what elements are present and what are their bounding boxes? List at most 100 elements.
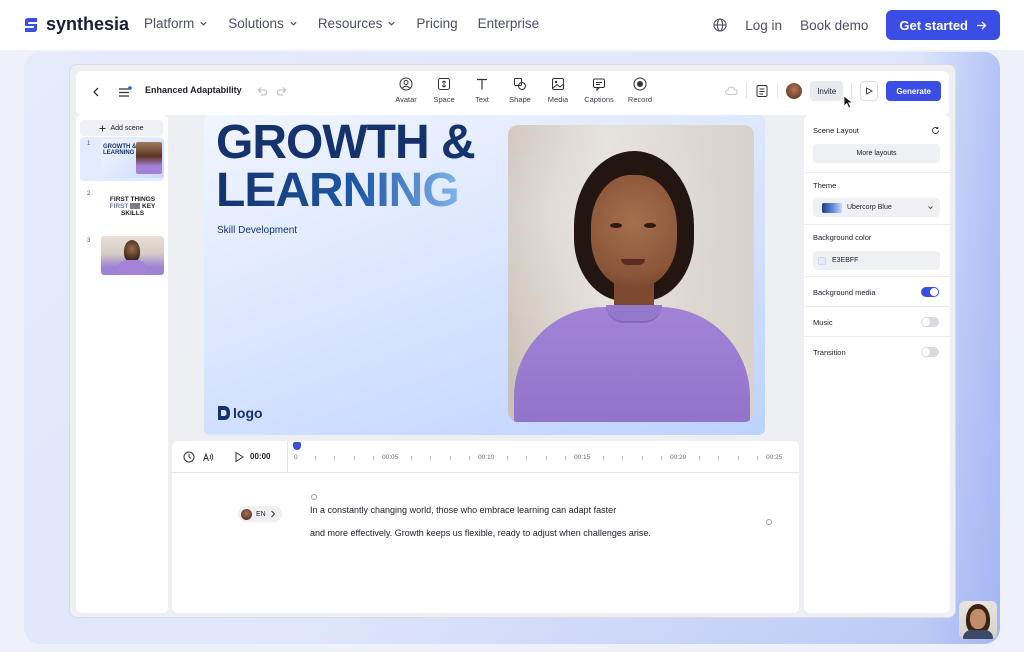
tool-avatar[interactable]: Avatar bbox=[387, 77, 425, 104]
timeline-tick bbox=[545, 456, 547, 460]
theme-label: Theme bbox=[813, 181, 837, 190]
background-media-section: Background media bbox=[804, 277, 950, 307]
invite-button[interactable]: Invite bbox=[810, 81, 844, 101]
tool-shape[interactable]: Shape bbox=[501, 77, 539, 104]
canvas-subtitle[interactable]: Skill Development bbox=[217, 225, 297, 236]
timeline-tick bbox=[430, 456, 432, 460]
nav-enterprise[interactable]: Enterprise bbox=[478, 16, 540, 31]
canvas-title-line-1: GROWTH & bbox=[216, 116, 476, 169]
canvas-logo[interactable]: logo bbox=[218, 405, 263, 421]
scene-canvas[interactable]: GROWTH & LEARNING Skill Development logo bbox=[204, 115, 765, 435]
pause-marker-icon[interactable] bbox=[766, 519, 772, 525]
background-color-input[interactable]: E3EBFF bbox=[813, 251, 940, 270]
scene-preview-title-line: FIRST THINGS bbox=[109, 196, 156, 203]
pause-marker-icon[interactable] bbox=[311, 494, 317, 500]
avatar-presenter[interactable] bbox=[508, 125, 754, 422]
timeline-tick bbox=[334, 456, 336, 460]
refresh-icon[interactable] bbox=[931, 126, 940, 135]
properties-panel: Scene Layout More layouts Theme Ubercorp… bbox=[804, 115, 950, 613]
tool-captions[interactable]: Captions bbox=[577, 77, 621, 104]
scene-thumbnail-2[interactable]: 2 FIRST THINGS FIRST KEY SKILLS bbox=[80, 187, 164, 231]
timeline-tick bbox=[641, 456, 643, 460]
timeline-tick bbox=[660, 456, 662, 460]
undo-icon[interactable] bbox=[256, 85, 268, 97]
scene-preview-title-word: FIRST bbox=[109, 203, 129, 211]
script-line-1[interactable]: In a constantly changing world, those wh… bbox=[310, 505, 616, 515]
timeline-label: 00:20 bbox=[670, 454, 687, 461]
scene-thumbnail-1[interactable]: 1 GROWTH & LEARNING bbox=[80, 137, 164, 181]
avatar-mouth bbox=[621, 259, 645, 265]
get-started-button[interactable]: Get started bbox=[886, 10, 1000, 40]
tool-media-label: Media bbox=[547, 95, 569, 104]
background-media-label: Background media bbox=[813, 288, 876, 297]
tool-space[interactable]: Space bbox=[425, 77, 463, 104]
voice-avatar bbox=[241, 508, 252, 520]
play-icon[interactable] bbox=[233, 451, 245, 463]
redo-icon[interactable] bbox=[276, 85, 288, 97]
canvas-logo-text: logo bbox=[233, 405, 263, 421]
login-link[interactable]: Log in bbox=[745, 18, 782, 33]
background-color-value: E3EBFF bbox=[832, 257, 859, 264]
more-layouts-button[interactable]: More layouts bbox=[813, 144, 940, 163]
play-icon bbox=[866, 87, 874, 95]
media-icon bbox=[552, 78, 564, 90]
transition-section: Transition bbox=[804, 337, 950, 367]
theme-select[interactable]: Ubercorp Blue bbox=[813, 198, 940, 217]
nav-resources[interactable]: Resources bbox=[318, 16, 397, 31]
hamburger-menu-icon[interactable] bbox=[118, 86, 132, 98]
playhead-handle[interactable] bbox=[293, 442, 301, 450]
insert-tools: Avatar Space Text Shape Media Captions R… bbox=[387, 77, 659, 104]
nav-resources-label: Resources bbox=[317, 16, 383, 31]
scene-preview-title: GROWTH & LEARNING bbox=[103, 144, 136, 157]
timeline-ruler[interactable]: 0 00:05 00:10 00:15 00:20 00:25 bbox=[290, 441, 795, 473]
project-title[interactable]: Enhanced Adaptability bbox=[145, 85, 242, 95]
timeline-label: 0 bbox=[294, 454, 298, 461]
timeline-label: 00:10 bbox=[478, 454, 495, 461]
nav-solutions[interactable]: Solutions bbox=[228, 16, 298, 31]
logo-mark-icon bbox=[218, 406, 230, 420]
chevron-down-icon bbox=[200, 21, 207, 26]
preview-play-button[interactable] bbox=[860, 81, 879, 101]
timeline-label: 00:05 bbox=[382, 454, 399, 461]
notes-icon[interactable] bbox=[755, 84, 769, 98]
nav-platform[interactable]: Platform bbox=[144, 16, 208, 31]
background-media-toggle[interactable] bbox=[921, 287, 939, 297]
cloud-sync-icon[interactable] bbox=[724, 84, 738, 98]
shape-icon bbox=[514, 78, 526, 90]
timeline-label: 00:25 bbox=[766, 454, 783, 461]
record-icon bbox=[633, 77, 647, 91]
toolbar-divider bbox=[746, 83, 748, 99]
voice-speed-icon[interactable] bbox=[202, 451, 214, 463]
mouse-cursor-icon bbox=[843, 95, 854, 109]
script-line-2[interactable]: and more effectively. Growth keeps us fl… bbox=[310, 528, 651, 538]
tool-text[interactable]: Text bbox=[463, 77, 501, 104]
language-selector[interactable]: EN bbox=[238, 506, 282, 522]
chevron-down-icon bbox=[290, 21, 297, 26]
clock-icon[interactable] bbox=[183, 451, 195, 463]
support-chat-avatar[interactable] bbox=[959, 601, 997, 639]
back-arrow-icon[interactable] bbox=[90, 86, 102, 98]
timeline-tick bbox=[315, 456, 317, 460]
brand-name: synthesia bbox=[46, 14, 130, 34]
music-toggle[interactable] bbox=[921, 317, 939, 327]
theme-section: Theme Ubercorp Blue bbox=[804, 173, 950, 225]
timeline-tick bbox=[526, 456, 528, 460]
book-demo-link[interactable]: Book demo bbox=[800, 18, 868, 33]
tool-record[interactable]: Record bbox=[621, 77, 659, 104]
scene-preview-image bbox=[130, 203, 141, 210]
add-scene-button[interactable]: Add scene bbox=[80, 120, 163, 136]
timeline-tick bbox=[699, 456, 701, 460]
scene-preview-avatar-head bbox=[124, 240, 140, 262]
globe-icon[interactable] bbox=[713, 18, 727, 32]
canvas-title[interactable]: GROWTH & LEARNING bbox=[216, 116, 476, 215]
generate-button[interactable]: Generate bbox=[886, 81, 941, 101]
nav-solutions-label: Solutions bbox=[228, 16, 284, 31]
timeline-tick bbox=[756, 456, 758, 460]
transition-toggle[interactable] bbox=[921, 347, 939, 357]
collaborator-avatar[interactable] bbox=[786, 83, 803, 99]
nav-pricing[interactable]: Pricing bbox=[416, 16, 457, 31]
scene-thumbnail-3[interactable]: 3 bbox=[80, 234, 164, 278]
synthesia-logo[interactable]: synthesia bbox=[22, 14, 129, 35]
toolbar-actions: Invite Generate bbox=[724, 81, 941, 101]
tool-media[interactable]: Media bbox=[539, 77, 577, 104]
